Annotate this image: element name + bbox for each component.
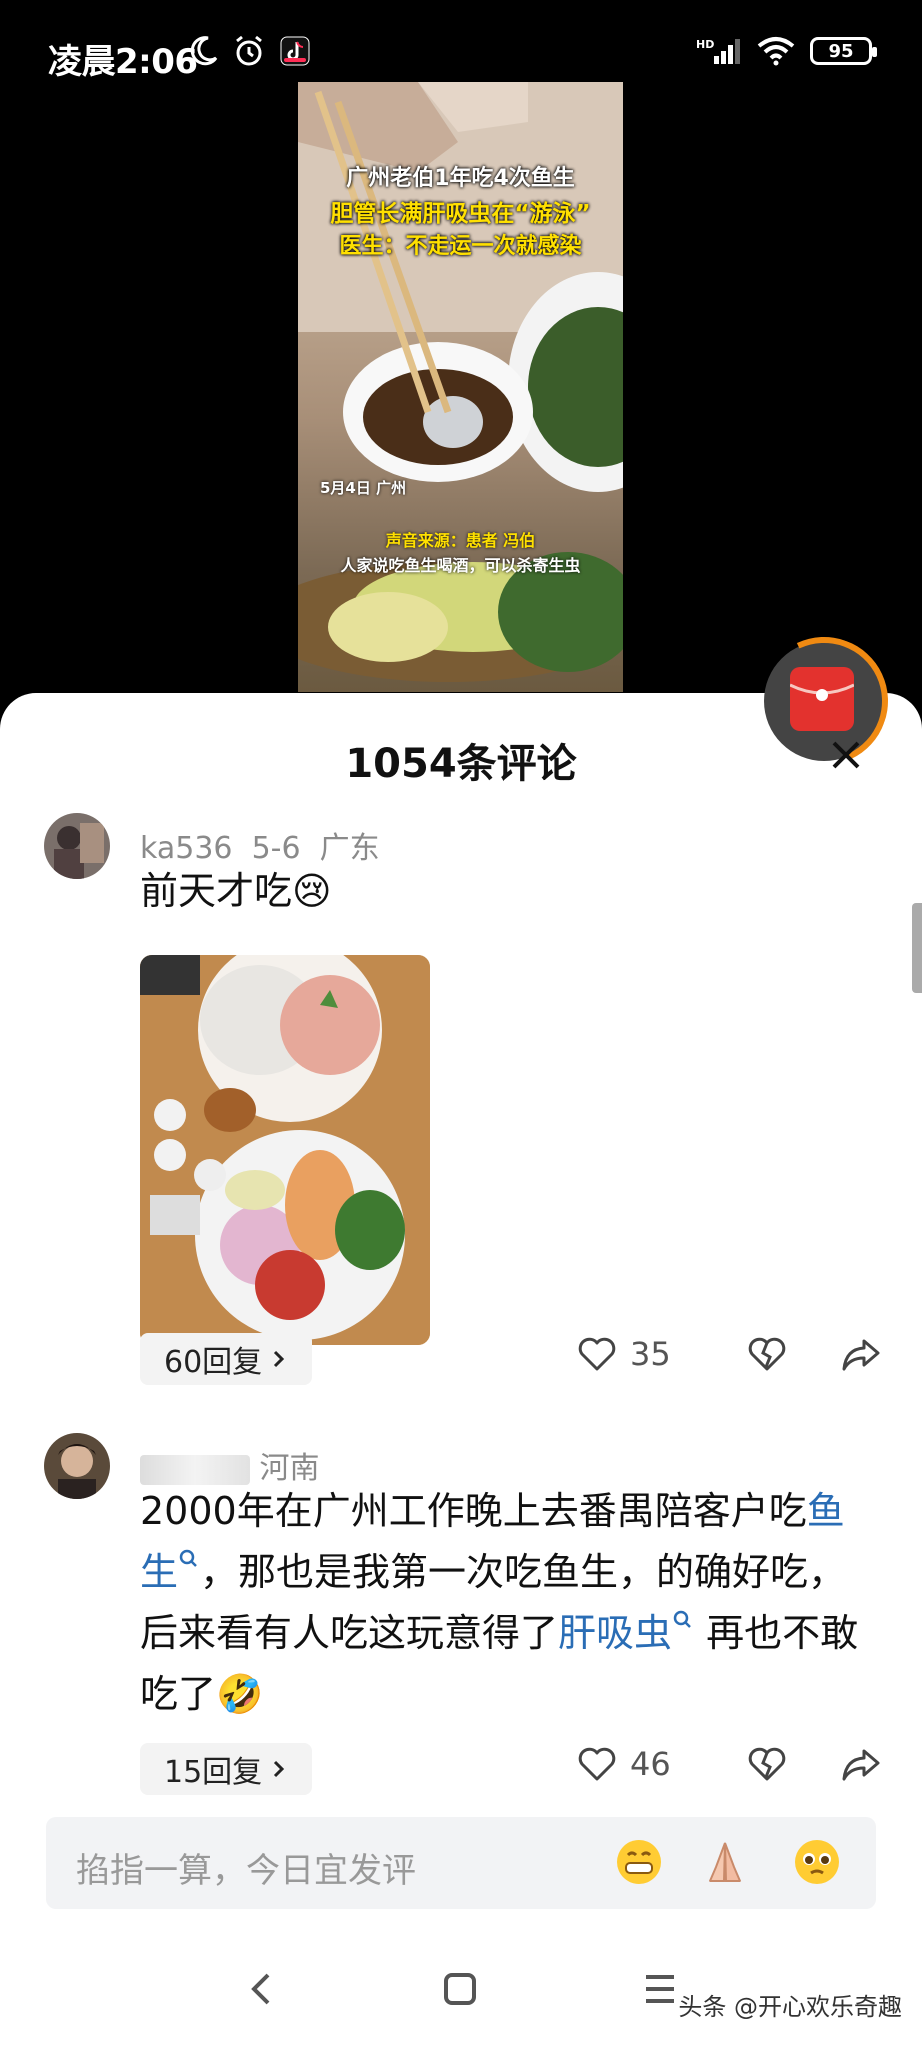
crying-emoji: 😢 bbox=[292, 869, 332, 913]
comment-actions: 35 bbox=[576, 1333, 882, 1375]
video-date: 5月4日 广州 bbox=[320, 479, 407, 497]
status-time: 凌晨2:06 bbox=[48, 42, 198, 82]
comment-actions: 46 bbox=[576, 1743, 882, 1785]
comment-item: ka536 5-6 广东 前天才吃😢 60回复 35 bbox=[0, 813, 922, 1393]
video-caption-title: 广州老伯1年吃4次鱼生 bbox=[346, 166, 575, 191]
video-player[interactable]: 广州老伯1年吃4次鱼生 胆管长满肝吸虫在“游泳” 医生：不走运一次就感染 5月4… bbox=[298, 82, 623, 692]
signal-icon: HD bbox=[696, 38, 740, 64]
video-quote: 人家说吃鱼生喝酒，可以杀寄生虫 bbox=[340, 556, 581, 575]
comment-body: 2000年在广州工作晚上去番禺陪客户吃 bbox=[140, 1489, 807, 1533]
replies-button[interactable]: 15回复 bbox=[140, 1743, 313, 1795]
moon-icon bbox=[190, 36, 218, 66]
redpacket-icon bbox=[789, 667, 855, 731]
avatar[interactable] bbox=[44, 813, 110, 879]
video-caption-doctor: 医生：不走运一次就感染 bbox=[339, 234, 582, 259]
username-blurred[interactable] bbox=[140, 1454, 250, 1485]
search-icon bbox=[673, 1610, 691, 1628]
status-icons-left bbox=[186, 34, 312, 68]
battery-indicator: 95 bbox=[810, 37, 877, 65]
video-audio-source: 声音来源：患者 冯伯 bbox=[385, 531, 536, 550]
comment-item: 河南 2000年在广州工作晚上去番禺陪客户吃鱼生 ，那也是我第一次吃鱼生，的确好吃… bbox=[0, 1433, 922, 1795]
comments-count-title: 1054条评论 bbox=[345, 741, 577, 787]
comment-photo[interactable] bbox=[140, 955, 430, 1345]
replies-button[interactable]: 60回复 bbox=[140, 1333, 313, 1385]
replies-count: 60回复 bbox=[164, 1345, 263, 1380]
wifi-icon bbox=[757, 37, 795, 66]
laughing-emoji: 🤣 bbox=[216, 1672, 264, 1716]
alarm-icon bbox=[236, 35, 262, 66]
like-button[interactable]: 35 bbox=[576, 1333, 726, 1375]
system-nav-bar: 头条 @开心欢乐奇趣 bbox=[0, 1945, 922, 2048]
status-icons-right: HD 95 bbox=[696, 36, 877, 66]
menu-icon[interactable] bbox=[638, 1967, 682, 2011]
broken-heart-icon[interactable] bbox=[746, 1743, 788, 1785]
tiktok-icon bbox=[280, 36, 310, 66]
like-count: 35 bbox=[630, 1335, 671, 1373]
search-link-ganxichong[interactable]: 肝吸虫 bbox=[558, 1610, 694, 1655]
svg-text:HD: HD bbox=[696, 38, 714, 51]
watermark: 头条 @开心欢乐奇趣 bbox=[678, 1993, 902, 2021]
search-link-label: 肝吸虫 bbox=[558, 1611, 673, 1655]
home-icon[interactable] bbox=[438, 1967, 482, 2011]
pray-hands-icon[interactable] bbox=[700, 1837, 750, 1887]
chevron-right-icon bbox=[274, 1350, 285, 1368]
broken-heart-icon[interactable] bbox=[746, 1333, 788, 1375]
pleading-emoji-icon[interactable] bbox=[792, 1837, 842, 1887]
replies-count: 15回复 bbox=[164, 1755, 263, 1790]
close-icon[interactable] bbox=[826, 735, 866, 775]
comment-body: 前天才吃 bbox=[140, 869, 293, 913]
like-count: 46 bbox=[630, 1745, 671, 1783]
comment-text: 2000年在广州工作晚上去番禺陪客户吃鱼生 ，那也是我第一次吃鱼生，的确好吃，后来… bbox=[140, 1481, 880, 1725]
heart-icon bbox=[578, 1337, 616, 1371]
share-icon[interactable] bbox=[840, 1333, 882, 1375]
comment-input-placeholder: 掐指一算，今日宜发评 bbox=[76, 1851, 416, 1891]
comment-input[interactable]: 掐指一算，今日宜发评 bbox=[46, 1817, 876, 1909]
grin-emoji-icon[interactable] bbox=[614, 1837, 664, 1887]
search-icon bbox=[179, 1549, 197, 1567]
like-button[interactable]: 46 bbox=[576, 1743, 726, 1785]
video-caption-subtitle: 胆管长满肝吸虫在“游泳” bbox=[330, 201, 591, 227]
avatar[interactable] bbox=[44, 1433, 110, 1499]
share-icon[interactable] bbox=[840, 1743, 882, 1785]
comment-text: 前天才吃😢 bbox=[140, 861, 880, 922]
heart-icon bbox=[578, 1747, 616, 1781]
chevron-right-icon bbox=[274, 1760, 285, 1778]
back-icon[interactable] bbox=[240, 1967, 284, 2011]
